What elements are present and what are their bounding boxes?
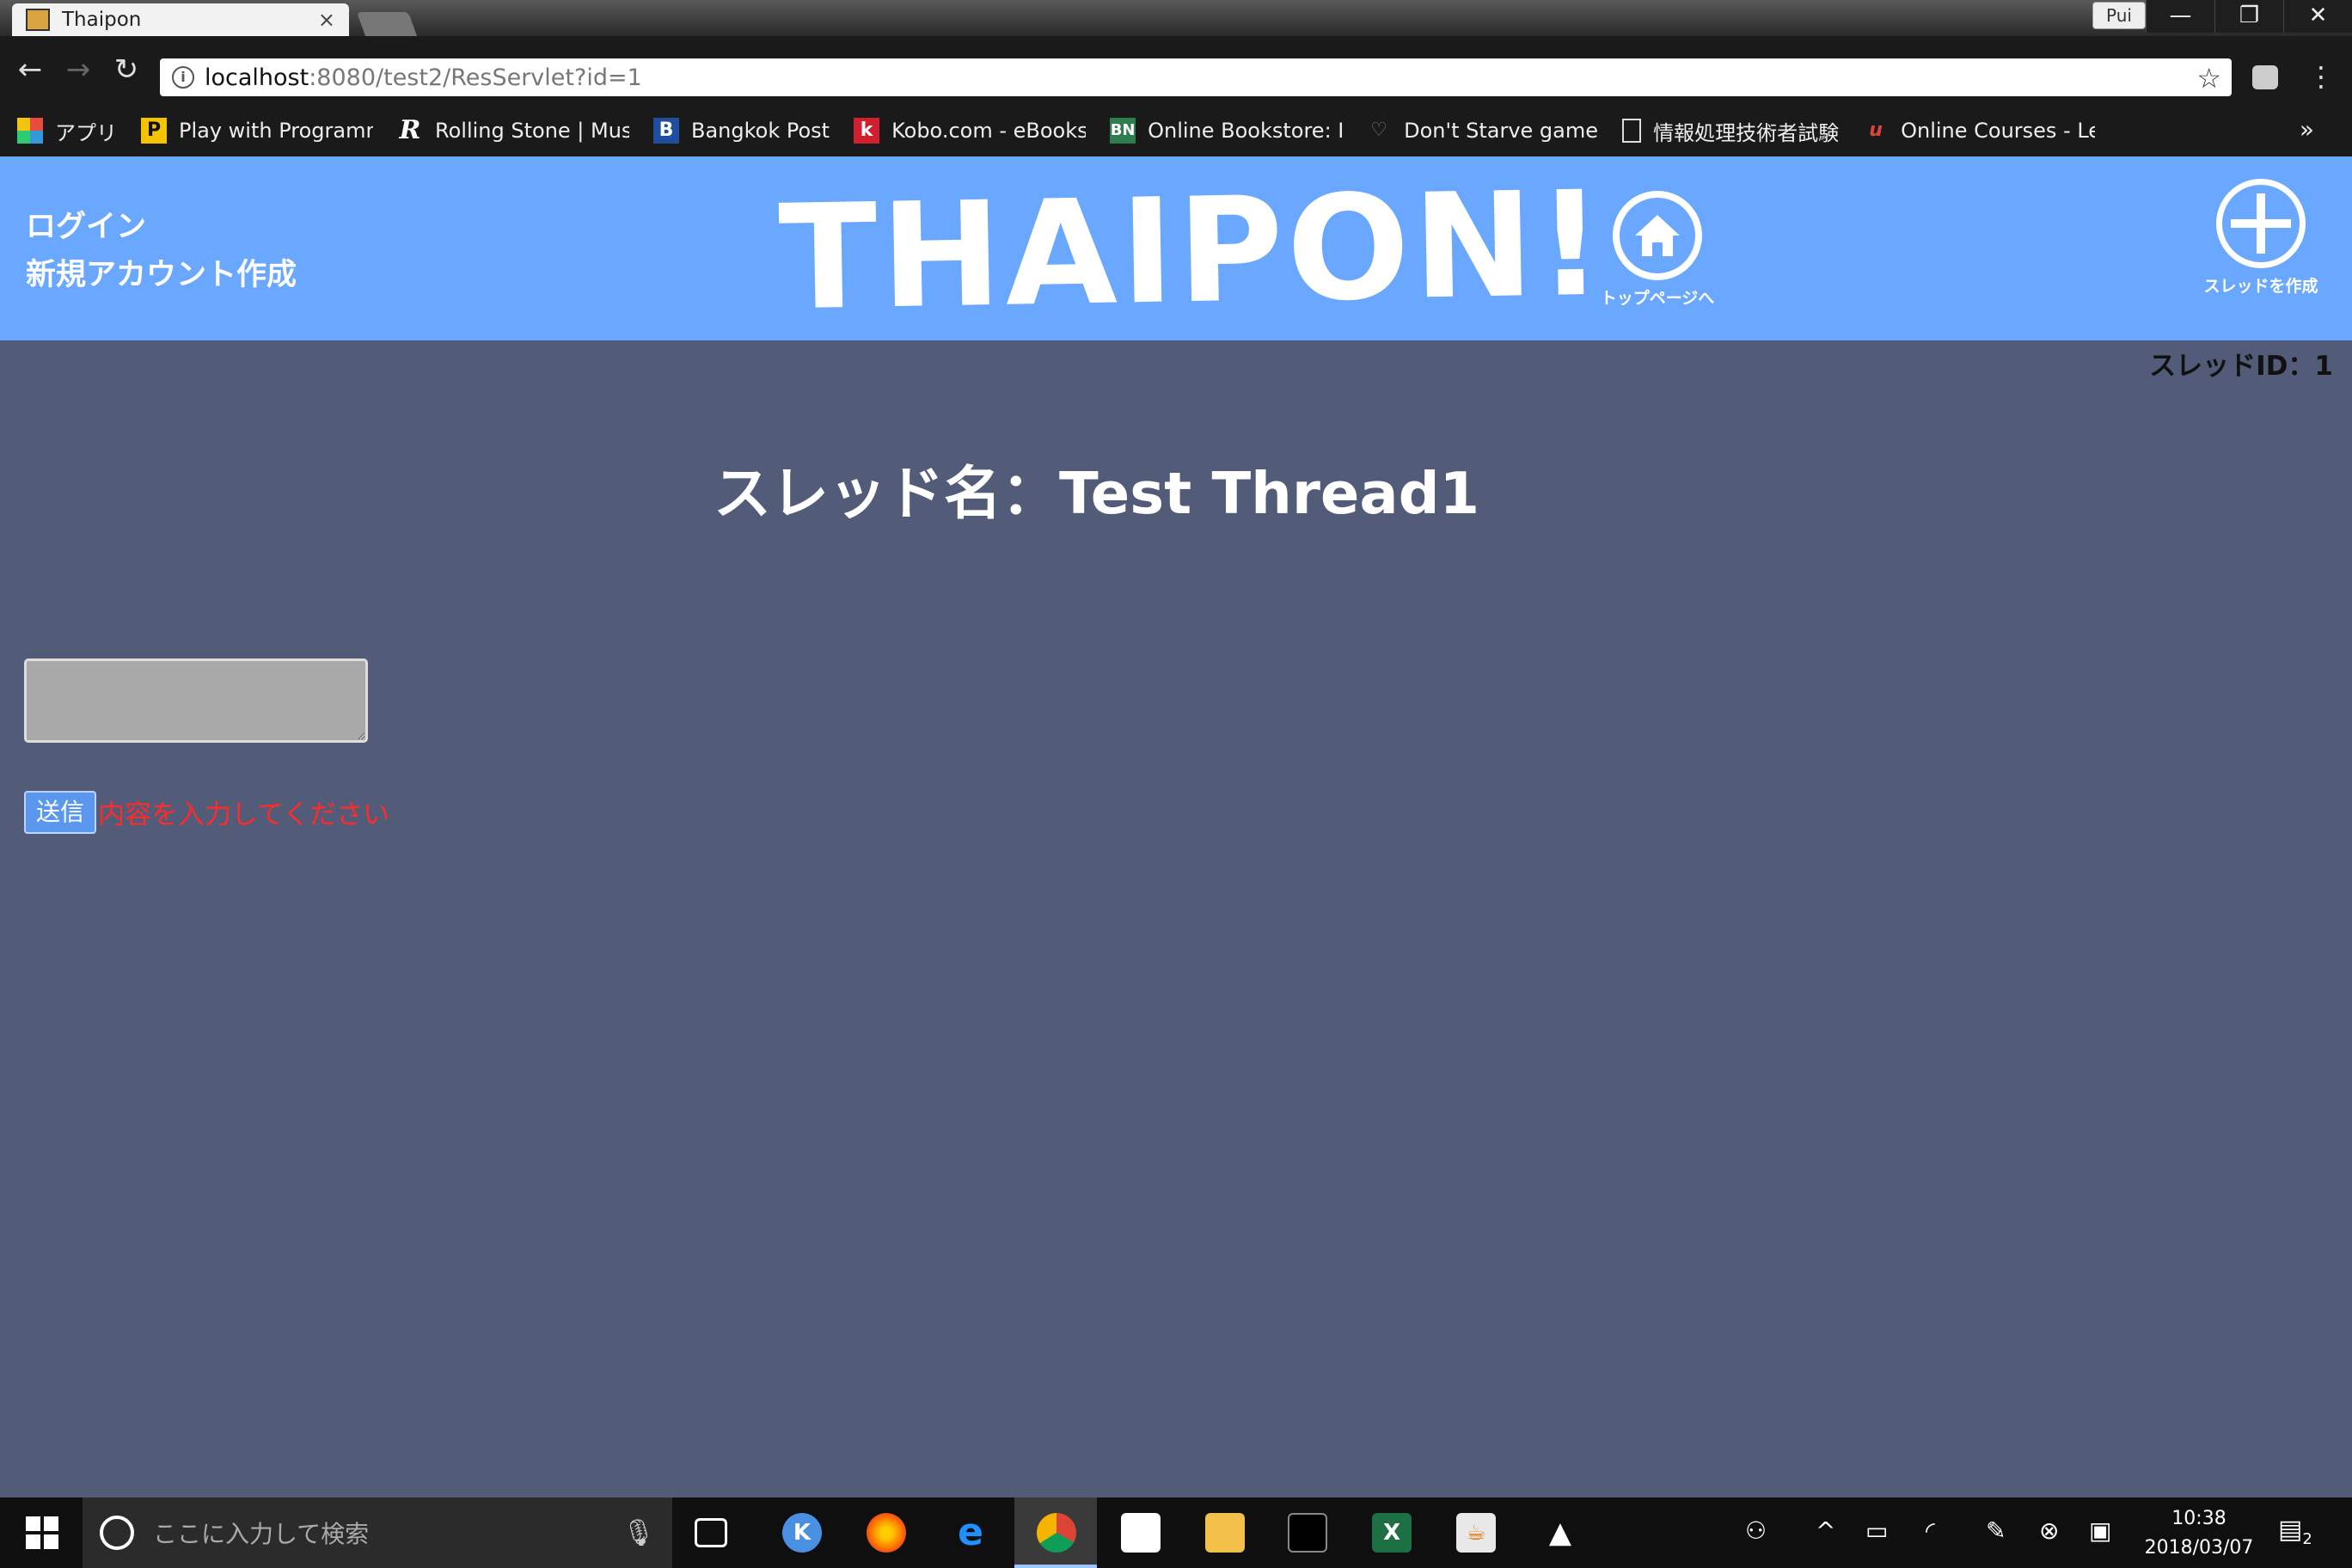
apps-grid-icon — [17, 118, 43, 144]
response-input[interactable] — [24, 658, 368, 743]
bookmark-item[interactable]: BN Online Bookstore: Bo — [1110, 118, 1342, 144]
action-center-icon[interactable]: ▤2 — [2278, 1515, 2312, 1549]
bookmark-item[interactable]: 情報処理技術者試験 — [1622, 116, 1839, 146]
url-host: localhost — [205, 64, 309, 91]
bookmark-item[interactable]: B Bangkok Post — [653, 118, 830, 144]
site-info-icon[interactable]: i — [172, 66, 194, 89]
terminal-icon[interactable] — [1288, 1513, 1327, 1553]
bookmark-item[interactable]: アプリ — [17, 116, 117, 146]
kobo-icon: k — [854, 118, 880, 144]
taskbar: ここに入力して検索 🎙 K e X ☕ ▲ ⚇ ^ ▭ ◜ ✎ ⊗ ▣ 10:3… — [0, 1498, 2352, 1568]
bangkok-post-icon: B — [653, 118, 679, 144]
clock-date: 2018/03/07 — [2144, 1537, 2254, 1559]
home-button[interactable]: トップページへ — [1590, 191, 1724, 309]
create-thread-button[interactable]: スレッドを作成 — [2192, 179, 2330, 297]
clock[interactable]: 10:38 2018/03/07 — [2139, 1504, 2259, 1563]
taskbar-search[interactable]: ここに入力して検索 🎙 — [83, 1498, 672, 1568]
plus-circle-icon — [2216, 179, 2306, 268]
back-arrow-icon[interactable]: ← — [9, 48, 52, 91]
bookmark-label: 情報処理技術者試験 — [1653, 120, 1840, 145]
minimize-button[interactable]: — — [2146, 0, 2214, 33]
error-message: 内容を入力してください — [98, 799, 390, 830]
heart-icon: ♡ — [1370, 119, 1387, 141]
k-app-icon[interactable]: K — [782, 1513, 822, 1553]
barnes-noble-icon: BN — [1110, 118, 1136, 144]
file-explorer-icon[interactable] — [1205, 1513, 1245, 1553]
url-path: :8080/test2/ResServlet?id=1 — [309, 64, 642, 91]
ime-icon[interactable]: ▣ — [2089, 1516, 2111, 1545]
chrome-icon[interactable] — [1037, 1513, 1076, 1553]
playground-icon: P — [141, 118, 167, 144]
bookmark-item[interactable]: P Play with Programmi — [141, 118, 373, 144]
extension-icon[interactable] — [2252, 65, 2278, 89]
home-icon — [1613, 191, 1702, 280]
signup-link[interactable]: 新規アカウント作成 — [26, 251, 297, 299]
search-placeholder: ここに入力して検索 — [153, 1520, 370, 1548]
bookmark-item[interactable]: ♡ Don't Starve game W — [1366, 118, 1598, 144]
profile-button[interactable]: Pui — [2092, 2, 2146, 29]
new-tab-button[interactable] — [356, 12, 418, 36]
bookmark-label: Rolling Stone | Music — [435, 119, 629, 143]
submit-button[interactable]: 送信 — [24, 791, 96, 834]
edge-icon[interactable]: e — [951, 1513, 990, 1553]
wifi-icon[interactable]: ◜ — [1926, 1516, 1935, 1545]
battery-icon[interactable]: ▭ — [1865, 1516, 1888, 1545]
windows-start-icon[interactable] — [26, 1516, 60, 1551]
window-controls: — ❐ ✕ — [2146, 0, 2352, 34]
tab-title: Thaipon — [62, 9, 142, 31]
bookmark-star-icon[interactable]: ☆ — [2196, 62, 2221, 95]
forward-arrow-icon[interactable]: → — [57, 48, 100, 91]
auth-links: ログイン 新規アカウント作成 — [26, 203, 297, 299]
document-icon — [1622, 119, 1642, 143]
bookmark-label: Online Courses - Lear — [1901, 119, 2096, 143]
bookmark-item[interactable]: k Kobo.com - eBooks, — [854, 118, 1086, 144]
excel-icon[interactable]: X — [1372, 1513, 1412, 1553]
bookmark-item[interactable]: u Online Courses - Lear — [1863, 118, 2095, 144]
clock-time: 10:38 — [2171, 1508, 2226, 1529]
browser-titlebar: Thaipon × Pui — ❐ ✕ — [0, 0, 2352, 36]
site-logo[interactable]: THAIPON! — [777, 160, 1608, 343]
close-window-button[interactable]: ✕ — [2283, 0, 2352, 33]
restore-button[interactable]: ❐ — [2214, 0, 2283, 33]
reload-icon[interactable]: ↻ — [105, 48, 148, 91]
notification-count: 2 — [2302, 1530, 2312, 1548]
create-thread-label: スレッドを作成 — [2203, 277, 2318, 296]
thaipon-favicon-icon — [26, 9, 50, 31]
pen-icon[interactable]: ✎ — [1986, 1516, 2006, 1545]
browser-menu-icon[interactable]: ⋮ — [2307, 60, 2335, 93]
microphone-icon[interactable]: 🎙 — [622, 1518, 655, 1548]
firefox-icon[interactable] — [867, 1513, 906, 1553]
task-view-icon[interactable] — [695, 1518, 727, 1547]
udemy-icon: u — [1869, 119, 1883, 141]
bookmark-label: Don't Starve game W — [1404, 119, 1599, 143]
volume-muted-icon[interactable]: ⊗ — [2039, 1516, 2059, 1545]
browser-toolbar: ← → ↻ i localhost :8080/test2/ResServlet… — [0, 36, 2352, 105]
bookmark-label: Kobo.com - eBooks, — [891, 119, 1087, 143]
tray-chevron-icon[interactable]: ^ — [1816, 1516, 1835, 1545]
bookmark-item[interactable]: R Rolling Stone | Music — [397, 118, 629, 144]
bookmarks-overflow-icon[interactable]: » — [2300, 115, 2314, 144]
thread-title: スレッド名：Test Thread1 — [714, 460, 1480, 527]
bookmark-label: Online Bookstore: Bo — [1148, 119, 1342, 143]
thread-id: スレッドID：1 — [2149, 351, 2333, 382]
bookmark-label: Play with Programmi — [179, 119, 373, 143]
bookmark-label: アプリ — [55, 120, 117, 145]
tab-close-icon[interactable]: × — [318, 8, 335, 32]
bookmark-label: Bangkok Post — [691, 119, 830, 143]
address-bar[interactable]: i localhost :8080/test2/ResServlet?id=1 … — [160, 58, 2232, 96]
home-label: トップページへ — [1600, 289, 1715, 308]
login-link[interactable]: ログイン — [26, 203, 297, 251]
browser-tab[interactable]: Thaipon × — [12, 3, 349, 36]
paint-icon[interactable] — [1121, 1513, 1161, 1553]
onigiri-icon[interactable]: ▲ — [1540, 1513, 1580, 1553]
java-icon[interactable]: ☕ — [1456, 1513, 1496, 1553]
bookmarks-bar: アプリ P Play with Programmi R Rolling Ston… — [0, 105, 2352, 156]
people-icon[interactable]: ⚇ — [1745, 1516, 1767, 1545]
cortana-icon — [100, 1516, 134, 1550]
site-header: ログイン 新規アカウント作成 THAIPON! トップページへ スレッドを作成 — [0, 156, 2352, 343]
rolling-stone-icon: R — [399, 118, 421, 144]
